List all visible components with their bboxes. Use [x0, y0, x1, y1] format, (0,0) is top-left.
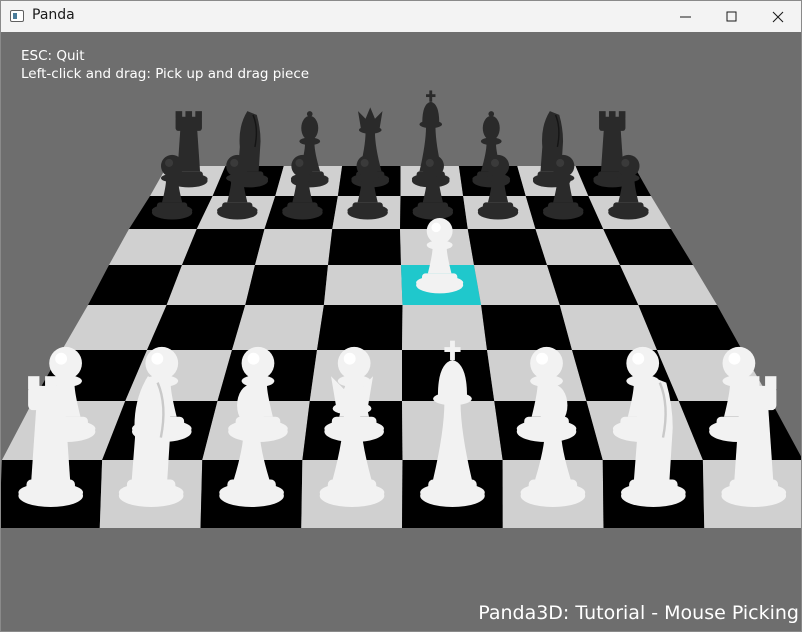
minimize-button[interactable] — [663, 1, 709, 32]
drag-instruction: Left-click and drag: Pick up and drag pi… — [21, 66, 310, 82]
maximize-icon — [726, 11, 737, 22]
game-viewport[interactable]: ESC: Quit Left-click and drag: Pick up a… — [1, 32, 801, 632]
square-f4[interactable] — [481, 305, 572, 350]
square-d5[interactable] — [323, 265, 403, 305]
square-a6[interactable] — [109, 229, 197, 265]
square-d6[interactable] — [328, 229, 401, 265]
maximize-button[interactable] — [709, 1, 755, 32]
square-c5[interactable] — [245, 265, 328, 305]
square-c6[interactable] — [255, 229, 333, 265]
square-f5[interactable] — [474, 265, 560, 305]
close-button[interactable] — [755, 1, 801, 32]
app-window: Panda ESC: Quit Left-click and drag: Pic… — [0, 0, 802, 632]
board-squares[interactable] — [1, 166, 801, 528]
square-f6[interactable] — [467, 229, 547, 265]
square-d4[interactable] — [317, 305, 403, 350]
window-title: Panda — [32, 7, 75, 23]
close-icon — [772, 11, 784, 23]
quit-instruction: ESC: Quit — [21, 48, 85, 64]
square-a5[interactable] — [88, 265, 182, 305]
tutorial-title: Panda3D: Tutorial - Mouse Picking — [478, 602, 799, 624]
app-icon — [10, 10, 24, 22]
minimize-icon — [680, 16, 691, 18]
chess-board[interactable] — [1, 32, 801, 632]
square-e4[interactable] — [402, 305, 487, 350]
square-c4[interactable] — [232, 305, 324, 350]
title-bar[interactable]: Panda — [1, 1, 801, 32]
square-b5[interactable] — [166, 265, 255, 305]
